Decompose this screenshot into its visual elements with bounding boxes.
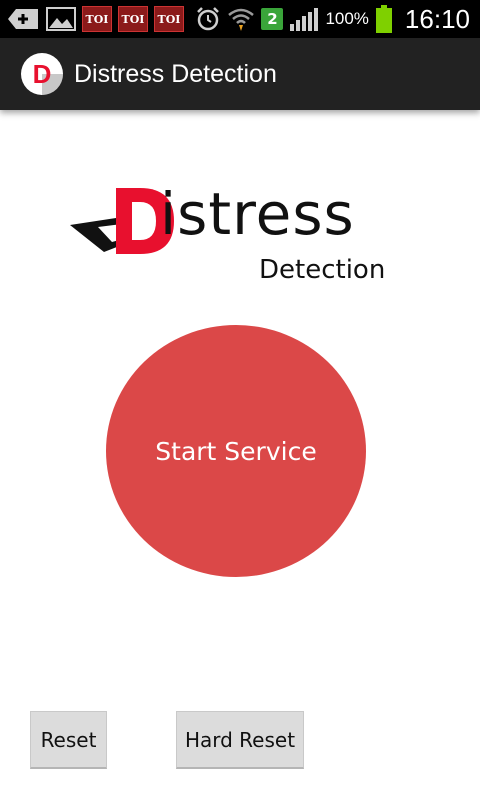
logo-wordmark: istress <box>160 180 355 248</box>
notification-area: TOI TOI TOI <box>6 4 184 34</box>
logo-subtitle: Detection <box>259 255 386 285</box>
app-title: Distress Detection <box>74 60 277 88</box>
start-service-button[interactable]: Start Service <box>106 325 366 577</box>
battery-percent: 100% <box>325 9 369 28</box>
hard-reset-button[interactable]: Hard Reset <box>176 711 304 769</box>
clock: 16:10 <box>404 3 470 34</box>
data-badge: 2 <box>261 8 284 30</box>
battery-icon <box>375 4 393 34</box>
toi-notification-icon: TOI <box>154 6 184 32</box>
start-service-label: Start Service <box>155 436 317 466</box>
reset-button[interactable]: Reset <box>30 711 107 769</box>
action-bar: D Distress Detection <box>0 38 480 110</box>
toi-notification-icon: TOI <box>118 6 148 32</box>
status-bar: TOI TOI TOI 2 100% 16:10 <box>0 0 480 38</box>
image-icon <box>46 6 76 32</box>
system-icons: 2 100% 16:10 <box>195 0 470 38</box>
signal-icon <box>289 6 319 32</box>
alarm-icon <box>195 6 221 32</box>
svg-text:D: D <box>33 59 52 89</box>
app-logo-icon[interactable]: D <box>20 52 64 96</box>
toi-notification-icon: TOI <box>82 6 112 32</box>
add-icon <box>6 6 40 32</box>
wifi-icon <box>227 6 255 32</box>
